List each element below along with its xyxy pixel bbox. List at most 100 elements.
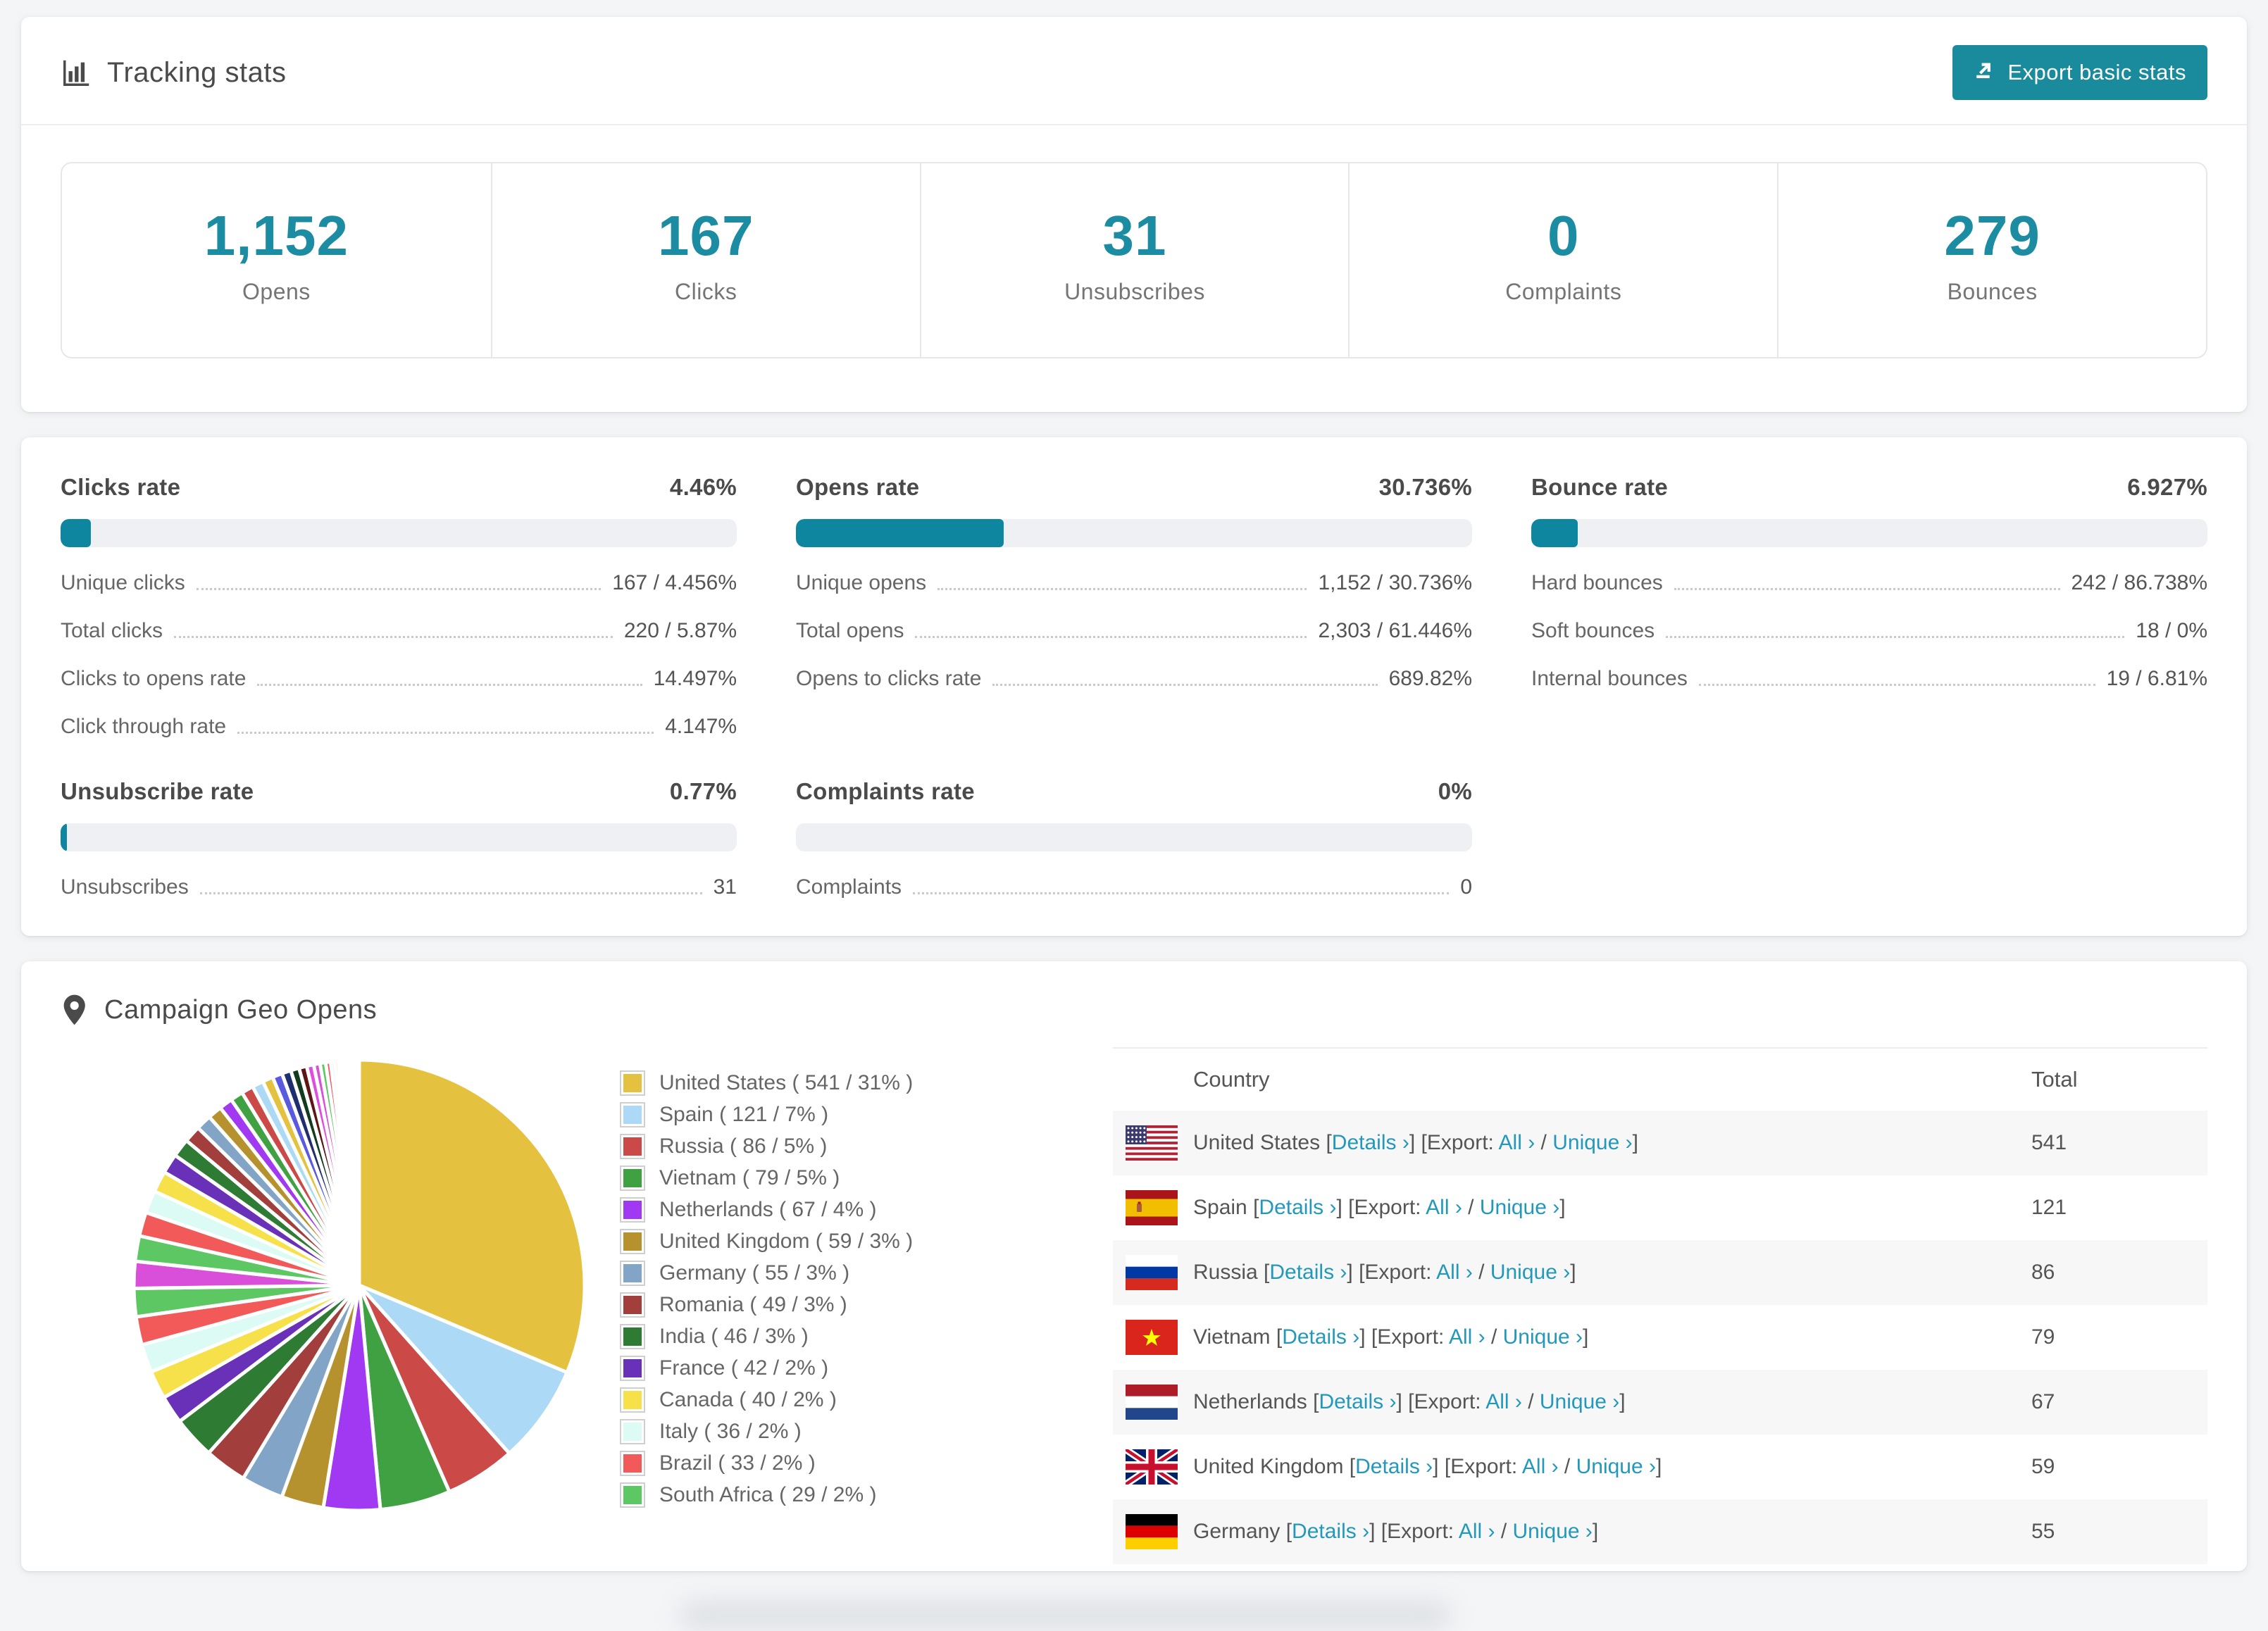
export-unique-link[interactable]: Unique ›	[1552, 1131, 1632, 1154]
details-link[interactable]: Details ›	[1319, 1390, 1396, 1413]
legend-label: United States ( 541 / 31% )	[659, 1070, 914, 1094]
rate-value: 0.77%	[669, 778, 737, 804]
summary-stat-unsubscribes: 31 Unsubscribes	[919, 163, 1349, 357]
bracket-text: [	[1257, 1261, 1270, 1284]
dotted-leader	[1666, 636, 2125, 638]
header-divider	[21, 124, 2247, 125]
geo-table-body: United States [Details ›] [Export: All ›…	[1113, 1111, 2207, 1564]
details-link[interactable]: Details ›	[1292, 1520, 1369, 1543]
stat-value: 0	[1547, 204, 1580, 267]
rate-stat-row: Unique clicks 167 / 4.456%	[61, 571, 737, 595]
dotted-leader	[1674, 588, 2060, 590]
rate-block-complaints-rate: Complaints rate 0% Complaints 0	[796, 778, 1472, 899]
export-prefix: Export:	[1450, 1455, 1522, 1478]
progress-bar	[61, 823, 737, 851]
legend-label: Germany ( 55 / 3% )	[659, 1261, 850, 1285]
country-cell: United Kingdom [Details ›] [Export: All …	[1193, 1455, 2031, 1479]
export-all-link[interactable]: All ›	[1436, 1261, 1473, 1284]
details-link[interactable]: Details ›	[1269, 1261, 1347, 1284]
legend-item: Russia ( 86 / 5% )	[620, 1130, 1113, 1162]
total-cell: 79	[2031, 1325, 2055, 1349]
rate-block-unsubscribe-rate: Unsubscribe rate 0.77% Unsubscribes 31	[61, 778, 737, 899]
stat-label: Opens	[242, 279, 311, 304]
export-unique-link[interactable]: Unique ›	[1490, 1261, 1570, 1284]
legend-swatch	[620, 1450, 645, 1476]
rate-stat-row: Soft bounces 18 / 0%	[1531, 619, 2207, 643]
rate-stat-value: 220 / 5.87%	[623, 619, 737, 642]
bracket-text: ] [	[1433, 1455, 1451, 1478]
legend-label: India ( 46 / 3% )	[659, 1324, 809, 1348]
table-row-nl: Netherlands [Details ›] [Export: All › /…	[1113, 1370, 2207, 1435]
legend-swatch	[620, 1323, 645, 1349]
bracket-text: [	[1247, 1196, 1259, 1219]
details-link[interactable]: Details ›	[1259, 1196, 1336, 1219]
summary-stat-complaints: 0 Complaints	[1348, 163, 1777, 357]
rate-title: Bounce rate	[1531, 474, 1669, 500]
rate-stat-label: Total opens	[796, 619, 904, 642]
geo-header: Campaign Geo Opens	[21, 961, 2247, 1042]
export-all-link[interactable]: All ›	[1449, 1325, 1485, 1349]
bracket-text: ]	[1619, 1390, 1626, 1413]
legend-label: Russia ( 86 / 5% )	[659, 1134, 828, 1158]
legend-item: Germany ( 55 / 3% )	[620, 1257, 1113, 1289]
rate-stat-value: 167 / 4.456%	[612, 571, 737, 594]
table-row-de: Germany [Details ›] [Export: All › / Uni…	[1113, 1499, 2207, 1564]
total-cell: 67	[2031, 1390, 2055, 1413]
rate-stat-value: 2,303 / 61.446%	[1318, 619, 1472, 642]
legend-item: Canada ( 40 / 2% )	[620, 1384, 1113, 1416]
legend-swatch	[620, 1101, 645, 1127]
legend-item: Vietnam ( 79 / 5% )	[620, 1162, 1113, 1194]
export-prefix: Export:	[1354, 1196, 1426, 1219]
rate-stat-label: Complaints	[796, 875, 902, 899]
export-basic-stats-button[interactable]: Export basic stats	[1952, 45, 2207, 100]
bracket-text: ]	[1559, 1196, 1566, 1219]
legend-label: Italy ( 36 / 2% )	[659, 1419, 802, 1443]
details-link[interactable]: Details ›	[1355, 1455, 1433, 1478]
export-all-link[interactable]: All ›	[1522, 1455, 1559, 1478]
export-all-link[interactable]: All ›	[1426, 1196, 1462, 1219]
export-all-link[interactable]: All ›	[1485, 1390, 1522, 1413]
rate-stat-label: Click through rate	[61, 715, 227, 738]
country-cell: Germany [Details ›] [Export: All › / Uni…	[1193, 1520, 2031, 1544]
legend-item: Romania ( 49 / 3% )	[620, 1289, 1113, 1320]
export-all-link[interactable]: All ›	[1499, 1131, 1535, 1154]
geo-pie-chart[interactable]	[21, 1042, 620, 1521]
details-link[interactable]: Details ›	[1332, 1131, 1409, 1154]
export-unique-link[interactable]: Unique ›	[1540, 1390, 1619, 1413]
country-name: Netherlands	[1193, 1390, 1307, 1413]
country-cell: Netherlands [Details ›] [Export: All › /…	[1193, 1390, 2031, 1414]
export-unique-link[interactable]: Unique ›	[1513, 1520, 1593, 1543]
export-prefix: Export:	[1426, 1131, 1499, 1154]
progress-bar-fill	[61, 823, 67, 851]
export-unique-link[interactable]: Unique ›	[1576, 1455, 1656, 1478]
progress-bar	[1531, 519, 2207, 547]
pie-legend: United States ( 541 / 31% ) Spain ( 121 /…	[620, 1067, 1113, 1511]
details-link[interactable]: Details ›	[1282, 1325, 1359, 1349]
export-unique-link[interactable]: Unique ›	[1480, 1196, 1559, 1219]
export-unique-link[interactable]: Unique ›	[1503, 1325, 1583, 1349]
dotted-leader	[913, 892, 1450, 894]
legend-swatch	[620, 1196, 645, 1223]
export-prefix: Export:	[1364, 1261, 1437, 1284]
rate-head: Opens rate 30.736%	[796, 474, 1472, 501]
rate-value: 0%	[1438, 778, 1472, 804]
export-all-link[interactable]: All ›	[1459, 1520, 1495, 1543]
stat-value: 1,152	[204, 204, 349, 267]
stat-label: Bounces	[1947, 279, 2038, 304]
bracket-text: ]	[1583, 1325, 1589, 1349]
rate-title: Clicks rate	[61, 474, 181, 500]
bracket-text: ] [	[1369, 1520, 1388, 1543]
flag-icon-ru	[1126, 1255, 1178, 1290]
legend-label: Brazil ( 33 / 2% )	[659, 1451, 816, 1475]
table-row-us: United States [Details ›] [Export: All ›…	[1113, 1111, 2207, 1175]
rate-block-opens-rate: Opens rate 30.736% Unique opens 1,152 / 30.…	[796, 474, 1472, 739]
rate-head: Unsubscribe rate 0.77%	[61, 778, 737, 805]
table-row-es: Spain [Details ›] [Export: All › / Uniqu…	[1113, 1175, 2207, 1240]
export-icon	[1974, 58, 1998, 87]
rate-head: Clicks rate 4.46%	[61, 474, 737, 501]
rate-block-bounce-rate: Bounce rate 6.927% Hard bounces 242 / 86.73…	[1531, 474, 2207, 739]
legend-item: India ( 46 / 3% )	[620, 1320, 1113, 1352]
legend-item: United Kingdom ( 59 / 3% )	[620, 1225, 1113, 1257]
progress-bar	[61, 519, 737, 547]
flag-icon-es	[1126, 1190, 1178, 1225]
